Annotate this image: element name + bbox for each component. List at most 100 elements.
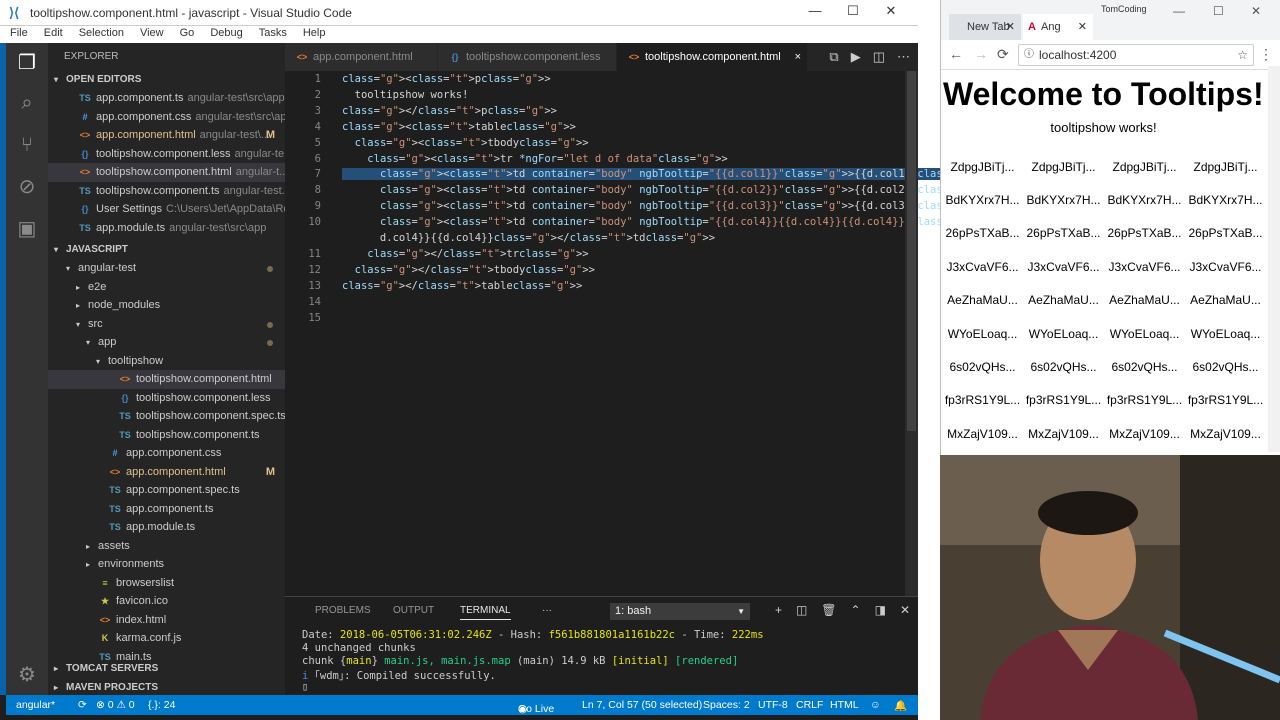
indentation[interactable]: Spaces: 2 [703, 699, 750, 711]
table-cell[interactable]: 6s02vQHs... [1104, 350, 1185, 383]
bell-icon[interactable]: 🔔 [894, 699, 907, 712]
tree-item-environments[interactable]: ▸ environments [48, 555, 285, 574]
tree-item-tooltipshow-component-html[interactable]: <> tooltipshow.component.html [48, 370, 285, 389]
code-line[interactable]: class="g"><class="t">pclass="g">> [342, 73, 551, 85]
terminal-select[interactable]: 1: bash ▼ [610, 603, 750, 620]
tree-item-app-component-spec-ts[interactable]: TS app.component.spec.ts [48, 481, 285, 500]
table-cell[interactable]: AeZhaMaU... [1104, 284, 1185, 317]
tree-item-browserslist[interactable]: ≡ browserslist [48, 574, 285, 593]
tab-tooltipshow-html[interactable]: <> tooltipshow.component.html × [617, 43, 807, 71]
minimize-icon[interactable]: — [796, 3, 834, 19]
cursor-position[interactable]: Ln 7, Col 57 (50 selected) [582, 699, 702, 711]
code-line[interactable]: class="g"><class="t">tbodyclass="g">> [342, 137, 589, 149]
reload-icon[interactable]: ⟳ [997, 46, 1009, 63]
table-cell[interactable]: J3xCvaVF6... [1023, 250, 1104, 283]
table-cell[interactable]: 6s02vQHs... [942, 350, 1023, 383]
tab-problems[interactable]: PROBLEMS [315, 605, 371, 616]
debug-icon[interactable]: ⊘ [6, 167, 48, 207]
search-icon[interactable]: ⌕ [6, 83, 48, 123]
back-icon[interactable]: ← [949, 46, 963, 62]
table-cell[interactable]: AeZhaMaU... [1185, 284, 1266, 317]
code-line[interactable]: class="g"></class="t">tbodyclass="g">> [342, 264, 595, 276]
explorer-icon[interactable]: ❐ [6, 43, 48, 83]
table-cell[interactable]: WYoELoaq... [1185, 317, 1266, 350]
tab-close-icon[interactable]: × [795, 43, 801, 71]
tree-item-app-component-html[interactable]: <> app.component.html M [48, 463, 285, 482]
address-bar[interactable]: ⓘ localhost:4200 ☆ [1018, 44, 1254, 66]
table-cell[interactable]: BdKYXrx7H... [1104, 183, 1185, 216]
close-icon[interactable]: ✕ [872, 3, 910, 19]
menu-debug[interactable]: Debug [200, 26, 248, 43]
table-cell[interactable]: fp3rRS1Y9L... [1023, 384, 1104, 417]
tree-item-karma-conf-js[interactable]: Kkarma.conf.js [48, 629, 285, 648]
trash-icon[interactable]: 🗑 [821, 603, 836, 617]
tab-output[interactable]: OUTPUT [393, 605, 434, 616]
workspace-section[interactable]: ▾ JAVASCRIPT [48, 241, 285, 259]
tree-item-index-html[interactable]: <> index.html [48, 611, 285, 630]
table-cell[interactable]: MxZajV109... [1104, 417, 1185, 450]
table-cell[interactable]: WYoELoaq... [1104, 317, 1185, 350]
tree-item-tooltipshow[interactable]: ▾ tooltipshow [48, 352, 285, 371]
open-editor-app-module-ts[interactable]: TS app.module.ts angular-test\src\app [48, 219, 285, 238]
language-mode[interactable]: HTML [830, 699, 859, 711]
table-cell[interactable]: 6s02vQHs... [1023, 350, 1104, 383]
editor-scrollbar[interactable] [905, 71, 918, 596]
tree-item-tooltipshow-component-spec-ts[interactable]: TS tooltipshow.component.spec.ts [48, 407, 285, 426]
table-cell[interactable]: 26pPsTXaB... [1104, 217, 1185, 250]
close-panel-icon[interactable]: ✕ [900, 603, 910, 617]
tree-item-app-module-ts[interactable]: TS app.module.ts [48, 518, 285, 537]
toggle-panel-icon[interactable]: ◨ [875, 603, 886, 617]
extensions-icon[interactable]: ▣ [6, 209, 48, 249]
table-cell[interactable]: AeZhaMaU... [1023, 284, 1104, 317]
tree-item-app-component-ts[interactable]: TS app.component.ts [48, 500, 285, 519]
code-line[interactable]: class="g"></class="t">tableclass="g">> [342, 280, 582, 292]
code-line[interactable]: tooltipshow works! [342, 89, 469, 101]
menu-file[interactable]: File [0, 26, 34, 43]
table-cell[interactable]: BdKYXrx7H... [942, 183, 1023, 216]
table-cell[interactable]: J3xCvaVF6... [1185, 250, 1266, 283]
feedback-icon[interactable]: ☺ [870, 699, 881, 711]
open-editor-tooltipshow-component-less[interactable]: {} tooltipshow.component.lessangular-te..… [48, 145, 285, 164]
tomcat-section[interactable]: ▸ TOMCAT SERVERS [48, 660, 285, 678]
star-icon[interactable]: ☆ [1237, 45, 1248, 65]
menu-help[interactable]: Help [293, 26, 332, 43]
table-cell[interactable]: BdKYXrx7H... [1023, 183, 1104, 216]
code-line[interactable]: class="g"></class="t">trclass="g">> [342, 248, 588, 260]
table-cell[interactable]: WYoELoaq... [1023, 317, 1104, 350]
code-editor[interactable]: 1 class="g"><class="t">pclass="g">> 2 tool… [285, 71, 1139, 596]
line-endings[interactable]: CRLF [796, 699, 823, 711]
maximize-icon[interactable]: ☐ [834, 3, 872, 19]
table-cell[interactable]: ZdpgJBiTj... [1185, 150, 1266, 183]
table-cell[interactable]: 26pPsTXaB... [1185, 217, 1266, 250]
panel-more-icon[interactable]: ··· [542, 605, 552, 616]
tree-item-app-component-css[interactable]: # app.component.css [48, 444, 285, 463]
menu-edit[interactable]: Edit [34, 26, 69, 43]
table-cell[interactable]: 26pPsTXaB... [942, 217, 1023, 250]
maximize-icon[interactable]: ☐ [1213, 4, 1224, 18]
table-cell[interactable]: BdKYXrx7H... [1185, 183, 1266, 216]
open-changes-icon[interactable]: ⧉ [829, 49, 838, 65]
table-cell[interactable]: ZdpgJBiTj... [942, 150, 1023, 183]
table-cell[interactable]: AeZhaMaU... [942, 284, 1023, 317]
table-cell[interactable]: fp3rRS1Y9L... [942, 384, 1023, 417]
tree-item-tooltipshow-component-less[interactable]: {} tooltipshow.component.less [48, 389, 285, 408]
tree-item-node-modules[interactable]: ▸ node_modules [48, 296, 285, 315]
terminal-cursor[interactable]: ▯ [302, 681, 308, 693]
split-editor-icon[interactable]: ◫ [873, 49, 885, 65]
table-cell[interactable]: J3xCvaVF6... [942, 250, 1023, 283]
open-editor-tooltipshow-component-html[interactable]: <> tooltipshow.component.html angular-t... [48, 163, 285, 182]
tree-item-src[interactable]: ▾ src [48, 315, 285, 334]
menu-icon[interactable]: ⋮ [1259, 46, 1273, 63]
tree-item-app[interactable]: ▾ app [48, 333, 285, 352]
code-line[interactable]: d.col4}}{{d.col4}}class="g"></class="t">… [342, 232, 715, 244]
run-icon[interactable]: ▶ [851, 49, 861, 65]
open-editor-app-component-html[interactable]: <> app.component.html angular-test\... M [48, 126, 285, 145]
tree-item-angular-test[interactable]: ▾ angular-test [48, 259, 285, 278]
gear-icon[interactable]: ⚙ [6, 655, 48, 695]
table-cell[interactable]: 26pPsTXaB... [1023, 217, 1104, 250]
table-cell[interactable]: MxZajV109... [942, 417, 1023, 450]
menu-view[interactable]: View [130, 26, 170, 43]
new-terminal-icon[interactable]: + [775, 603, 782, 617]
table-cell[interactable]: J3xCvaVF6... [1104, 250, 1185, 283]
code-line[interactable]: class="g"><class="t">tableclass="g">> [342, 121, 576, 133]
